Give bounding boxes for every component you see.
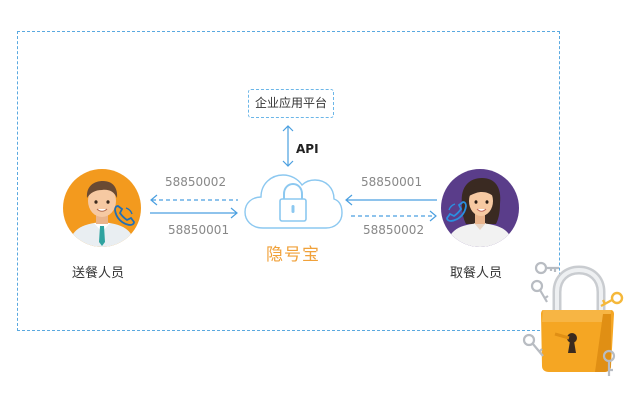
enterprise-platform-box: 企业应用平台 — [248, 89, 334, 118]
right-upper-arrow — [345, 194, 437, 206]
cloud-lock-icon — [244, 174, 343, 229]
hidden-number-service-label: 隐号宝 — [266, 245, 320, 265]
right-upper-number: 58850001 — [361, 175, 423, 189]
left-upper-number: 58850002 — [165, 175, 227, 189]
pickup-person-label: 取餐人员 — [450, 266, 503, 281]
delivery-person-avatar — [63, 169, 141, 247]
api-label: API — [296, 142, 319, 156]
padlock-with-keys-decoration — [522, 261, 624, 376]
left-upper-arrow — [150, 194, 238, 206]
right-lower-number: 58850002 — [363, 223, 425, 237]
delivery-person-label: 送餐人员 — [72, 266, 125, 281]
diagram-canvas: 企业应用平台 API 隐号宝 送餐人员 取餐人员 58850002 588500… — [0, 0, 625, 400]
pickup-person-avatar — [441, 169, 519, 247]
right-lower-arrow — [351, 210, 437, 222]
left-lower-number: 58850001 — [168, 223, 230, 237]
left-lower-arrow — [150, 207, 238, 219]
